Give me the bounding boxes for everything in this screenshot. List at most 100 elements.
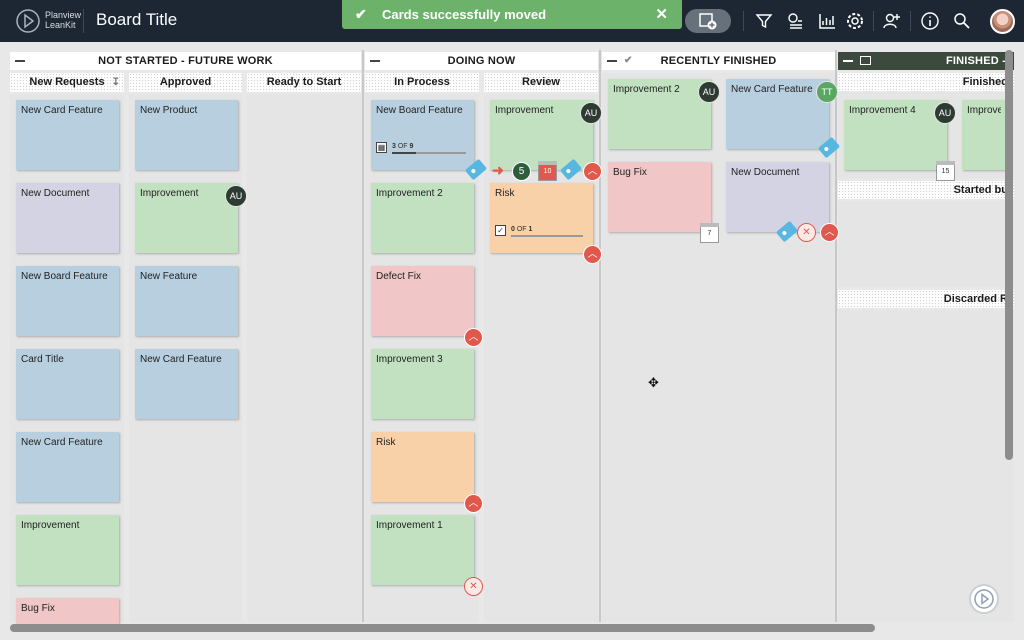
card[interactable]: Improvement 1 ✕ <box>371 515 483 596</box>
collapse-icon[interactable] <box>370 60 380 62</box>
column-recently-finished <box>602 73 835 622</box>
column-header-review[interactable]: Review <box>484 73 598 92</box>
lane-header-not-started[interactable]: NOT STARTED - FUTURE WORK <box>10 52 361 70</box>
check-icon: ✔ <box>624 55 633 66</box>
brand-name: Planview LeanKit <box>45 10 81 30</box>
card[interactable]: New Document <box>16 183 119 253</box>
card[interactable]: New Board Feature ▦ 3 OF 9 <box>371 100 488 181</box>
top-bar: Planview LeanKit Board Title ✔ Cards suc… <box>0 0 1024 42</box>
card-title: Defect Fix <box>376 271 422 282</box>
avatar[interactable]: TT <box>816 81 838 103</box>
column-header-in-process[interactable]: In Process <box>365 73 479 92</box>
priority-up-icon[interactable]: ︿ <box>583 162 602 181</box>
gear-icon[interactable] <box>845 11 865 31</box>
progress-of: OF <box>516 226 527 233</box>
card[interactable]: Improve <box>962 100 1006 170</box>
card[interactable]: New Feature <box>135 266 238 336</box>
card[interactable]: Improvement <box>16 515 119 585</box>
card[interactable]: Risk ︿ <box>371 432 483 513</box>
avatar[interactable]: AU <box>698 81 720 103</box>
info-icon[interactable] <box>920 11 940 31</box>
column-header-started[interactable]: Started bu <box>838 181 1014 199</box>
card[interactable]: Defect Fix ︿ <box>371 266 483 347</box>
card[interactable]: New Card Feature <box>135 349 238 419</box>
progress-bar <box>511 235 583 237</box>
column-title: Discarded R <box>943 293 1008 305</box>
priority-up-icon[interactable]: ︿ <box>820 223 839 242</box>
card[interactable]: New Document ✕ ︿ <box>726 162 839 243</box>
chart-icon[interactable] <box>817 11 837 31</box>
lane-separator <box>835 50 837 622</box>
priority-up-icon[interactable]: ︿ <box>464 494 483 513</box>
close-toast-icon[interactable]: ✕ <box>655 5 668 23</box>
card-title: New Board Feature <box>21 271 108 282</box>
card[interactable]: Improvement 4 AU 15 <box>844 100 956 181</box>
card[interactable]: Improvement 2 <box>371 183 474 253</box>
move-cursor-icon: ✥ <box>648 375 659 390</box>
progress-total: 9 <box>409 143 414 150</box>
lane-header-finished[interactable]: FINISHED - <box>838 52 1014 70</box>
lane-separator <box>599 50 601 622</box>
filter-icon[interactable] <box>754 11 774 31</box>
card[interactable]: New Card Feature <box>16 100 119 170</box>
card[interactable]: New Product <box>135 100 238 170</box>
card-title: Card Title <box>21 354 64 365</box>
add-user-icon[interactable] <box>882 11 902 31</box>
arrow-right-icon[interactable]: ➜ <box>492 162 504 179</box>
card[interactable]: Improvement 2 AU <box>608 79 720 149</box>
card-title: Improvement 1 <box>376 520 443 531</box>
collapse-icon[interactable] <box>15 60 25 62</box>
column-header-ready-to-start[interactable]: Ready to Start <box>247 73 361 92</box>
avatar[interactable]: AU <box>225 185 247 207</box>
card[interactable]: New Card Feature TT <box>726 79 841 159</box>
filter-list-icon[interactable] <box>786 11 806 31</box>
card-title: New Document <box>731 167 800 178</box>
avatar[interactable]: AU <box>934 102 956 124</box>
lane-header-recently-finished[interactable]: ✔ RECENTLY FINISHED <box>602 52 835 70</box>
blocked-icon[interactable]: ✕ <box>797 223 816 242</box>
card[interactable]: New Card Feature <box>16 432 119 502</box>
priority-up-icon[interactable]: ︿ <box>464 328 483 347</box>
sort-icon[interactable]: ↧ <box>112 73 120 92</box>
column-started <box>838 201 1014 287</box>
card-title: New Card Feature <box>140 354 222 365</box>
card[interactable]: Improvement AU ➜ 5 10 ︿ <box>490 100 602 181</box>
calendar-icon[interactable]: 7 <box>700 223 719 243</box>
avatar[interactable]: AU <box>580 102 602 124</box>
due-date-icon[interactable]: 10 <box>538 161 557 181</box>
card[interactable]: New Board Feature <box>16 266 119 336</box>
card[interactable]: Bug Fix 7 <box>608 162 719 243</box>
user-avatar[interactable] <box>990 9 1015 34</box>
card-title: Improvement <box>140 188 199 199</box>
card[interactable]: Risk ✓ 0 OF 1 ︿ <box>490 183 602 264</box>
blocked-icon[interactable]: ✕ <box>464 577 483 596</box>
header-separator <box>743 11 744 31</box>
column-header-discarded[interactable]: Discarded R <box>838 290 1014 308</box>
task-progress: ▦ 3 OF 9 <box>376 142 471 156</box>
collapse-icon[interactable] <box>607 60 617 62</box>
add-card-button[interactable] <box>685 9 731 33</box>
card[interactable]: Improvement 3 <box>371 349 474 419</box>
search-icon[interactable] <box>952 11 972 31</box>
lane-separator <box>362 50 364 622</box>
header-separator <box>910 11 911 31</box>
lane-title: DOING NOW <box>447 55 516 67</box>
card-title: New Board Feature <box>376 105 463 116</box>
checkmark-icon: ✔ <box>355 6 367 22</box>
card[interactable]: Improvement AU <box>135 183 247 253</box>
column-header-new-requests[interactable]: New Requests ↧ <box>10 73 124 92</box>
vertical-scrollbar[interactable] <box>1005 50 1013 460</box>
board-title[interactable]: Board Title <box>96 10 177 30</box>
progress-bar <box>392 152 466 154</box>
card[interactable]: Card Title <box>16 349 119 419</box>
column-header-approved[interactable]: Approved <box>129 73 242 92</box>
lane-header-doing-now[interactable]: DOING NOW <box>365 52 598 70</box>
help-button[interactable] <box>969 584 999 614</box>
priority-up-icon[interactable]: ︿ <box>583 245 602 264</box>
collapse-icon[interactable] <box>843 60 853 62</box>
count-badge[interactable]: 5 <box>512 162 531 181</box>
horizontal-scrollbar[interactable] <box>10 624 875 632</box>
card[interactable]: Bug Fix <box>16 598 119 624</box>
column-header-finished[interactable]: Finished <box>838 73 1014 91</box>
calendar-icon[interactable]: 15 <box>936 161 955 181</box>
